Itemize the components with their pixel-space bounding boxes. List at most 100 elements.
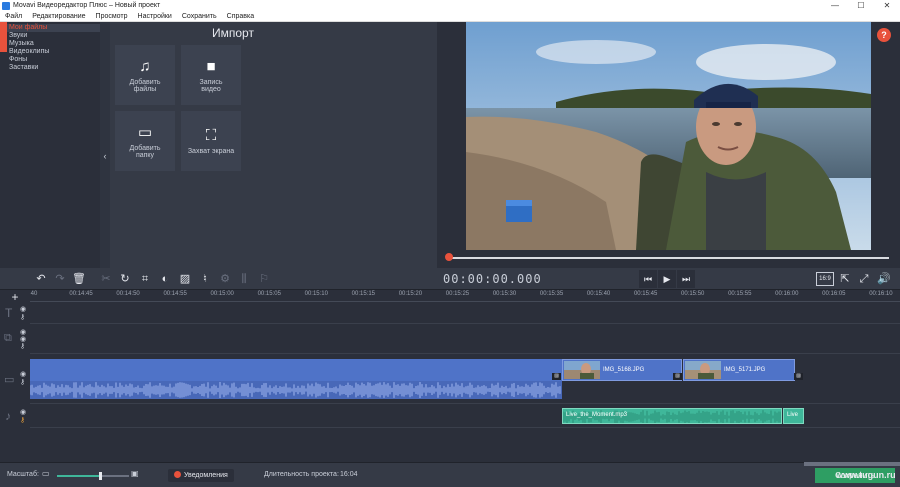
lock-icon[interactable]: ⚷ [20, 313, 25, 321]
image-clip-thumbnail [564, 361, 600, 379]
timeline-horizontal-scrollbar[interactable] [804, 462, 900, 466]
clip-properties-button[interactable]: ▨ [177, 271, 193, 287]
play-button[interactable]: ▶ [658, 270, 676, 288]
record-voice-button[interactable]: ♮ [197, 271, 213, 287]
preview-scrub-handle[interactable] [445, 253, 453, 261]
preview-scrub-bar[interactable] [449, 257, 889, 259]
transition-marker[interactable]: ▨ [673, 373, 682, 380]
settings-button[interactable]: ⚙ [217, 271, 233, 287]
zoom-slider-fill [57, 475, 101, 477]
eye-icon[interactable]: ◉ [20, 305, 26, 313]
crop-button[interactable]: ⌗ [137, 271, 153, 287]
ruler-tick-label: 00:14:45 [69, 291, 93, 297]
notifications-button[interactable]: Уведомления [168, 469, 234, 482]
category-sounds[interactable]: Звуки [7, 32, 100, 40]
add-folder-tile[interactable]: ▭ Добавить папку [115, 111, 175, 171]
music-clip-label: Live [787, 412, 799, 418]
gear-icon: ⚙ [220, 273, 230, 285]
ruler-tick-label: 00:15:30 [492, 291, 517, 297]
image-clip-5171[interactable]: IMG_5171.JPG [683, 359, 795, 381]
fullscreen-button[interactable]: ⤢ [856, 271, 872, 287]
trash-icon: 🗑 [72, 273, 86, 285]
menu-view[interactable]: Просмотр [96, 13, 128, 20]
title-track[interactable] [30, 302, 900, 324]
music-clip-live-the-moment[interactable]: Live_the_Moment.mp3 [562, 408, 782, 424]
previous-frame-button[interactable]: ⏮ [639, 270, 657, 288]
ruler-tick-label: 00:15:00 [210, 291, 234, 297]
waveform [30, 382, 561, 398]
equalizer-icon: ⫼ [241, 273, 247, 285]
minimize-button[interactable]: — [822, 1, 848, 10]
scissors-icon: ✂ [101, 273, 111, 285]
fullscreen-icon: ⤢ [859, 273, 869, 285]
video-clip-audio-waveform[interactable] [30, 381, 562, 399]
category-my-files[interactable]: Мои файлы [7, 24, 100, 32]
maximize-button[interactable]: ☐ [848, 1, 874, 10]
music-clip-live[interactable]: Live [783, 408, 804, 424]
watermark: www.tugun.ru [836, 470, 896, 480]
help-button[interactable]: ? [877, 28, 891, 42]
detach-preview-button[interactable]: ⇱ [837, 271, 853, 287]
marker-button[interactable]: ⚐ [256, 271, 272, 287]
ruler-tick-label: 00:15:20 [398, 291, 423, 297]
add-files-tile[interactable]: ♫ Добавить файлы [115, 45, 175, 105]
rotate-button[interactable]: ↻ [117, 271, 133, 287]
aspect-ratio-button[interactable]: 16:9 [816, 272, 834, 286]
category-videoclips[interactable]: Видеоклипы [7, 48, 100, 56]
image-clip-5168[interactable]: IMG_5168.JPG [562, 359, 682, 381]
screen-capture-tile[interactable]: ⛶ Захват экрана [181, 111, 241, 171]
import-title: Импорт [212, 26, 254, 40]
crop-icon: ⌗ [141, 273, 149, 285]
menu-bar: Файл Редактирование Просмотр Настройки С… [0, 11, 900, 22]
lock-icon[interactable]: ⚷ [20, 416, 25, 424]
skip-forward-icon: ⏭ [681, 274, 691, 284]
project-duration-label: Длительность проекта: [264, 471, 339, 478]
record-video-tile[interactable]: ■ Запись видео [181, 45, 241, 105]
close-button[interactable]: ✕ [874, 1, 900, 10]
eye-icon[interactable]: ◉ [20, 370, 26, 378]
overlay-track[interactable] [30, 324, 900, 354]
volume-button[interactable]: 🔊 [876, 271, 892, 287]
zoom-in-screen-icon[interactable]: ▣ [131, 469, 139, 478]
contrast-icon: ◐ [161, 273, 169, 285]
title-track-header: T ◉ ⚷ [0, 304, 30, 322]
text-track-icon: T [5, 306, 13, 320]
flag-icon: ⚐ [259, 273, 269, 285]
category-intros[interactable]: Заставки [7, 64, 100, 72]
undo-button[interactable]: ↶ [33, 271, 49, 287]
video-preview[interactable] [466, 22, 871, 250]
ruler-tick-label: 40 [30, 291, 38, 297]
category-backgrounds[interactable]: Фоны [7, 56, 100, 64]
music-note-icon: ♪ [5, 409, 11, 423]
add-folder-label-1: Добавить [129, 145, 161, 152]
menu-help[interactable]: Справка [227, 13, 254, 20]
ruler-tick-label: 00:14:50 [116, 291, 140, 297]
collapse-panel-button[interactable]: ‹ [100, 22, 110, 290]
title-bar: Movavi Видеоредактор Плюс – Новый проект… [0, 0, 900, 11]
app-icon [2, 1, 10, 10]
zoom-out-icon[interactable]: ▭ [42, 469, 50, 478]
delete-button[interactable]: 🗑 [71, 271, 87, 287]
redo-icon: ↷ [55, 273, 65, 285]
redo-button[interactable]: ↷ [52, 271, 68, 287]
menu-edit[interactable]: Редактирование [32, 13, 85, 20]
zoom-slider-handle[interactable] [99, 472, 103, 480]
menu-save[interactable]: Сохранить [182, 13, 217, 20]
timeline-ruler[interactable]: 40 00:14:45 00:14:50 00:14:55 00:15:00 00:15:… [30, 290, 900, 302]
transition-marker[interactable]: ▨ [794, 373, 803, 380]
transition-marker[interactable]: ▨ [552, 373, 561, 380]
zoom-label: Масштаб: [7, 471, 39, 478]
menu-settings[interactable]: Настройки [138, 13, 172, 20]
menu-file[interactable]: Файл [5, 13, 22, 20]
equalizer-button[interactable]: ⫼ [236, 271, 252, 287]
ruler-tick-label: 00:15:45 [633, 291, 658, 297]
color-adjust-button[interactable]: ◐ [157, 271, 173, 287]
notifications-label: Уведомления [184, 472, 228, 479]
category-music[interactable]: Музыка [7, 40, 100, 48]
cut-button[interactable]: ✂ [98, 271, 114, 287]
mute-icon[interactable]: ◉ [20, 408, 26, 416]
video-clip[interactable] [30, 359, 562, 381]
next-frame-button[interactable]: ⏭ [677, 270, 695, 288]
lock-icon[interactable]: ⚷ [20, 378, 25, 386]
lock-icon[interactable]: ⚷ [20, 342, 25, 350]
